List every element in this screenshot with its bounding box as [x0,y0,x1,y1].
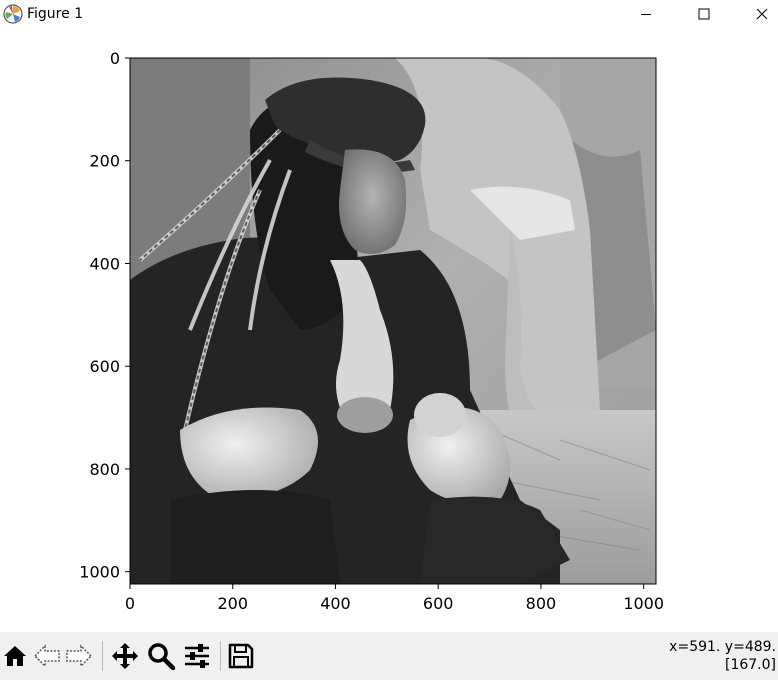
minimize-button[interactable] [624,0,668,28]
configure-subplots-icon [185,644,209,668]
pan-button[interactable] [110,640,140,672]
x-tick-label: 400 [320,594,351,613]
x-tick-label: 600 [423,594,454,613]
save-button[interactable] [226,640,256,672]
back-button[interactable] [32,640,62,672]
figure-canvas[interactable]: 0 200 400 600 800 1000 0 200 400 600 800 1000 [0,30,778,632]
title-bar[interactable]: Figure 1 [0,0,778,30]
cursor-coordinates: x=591. y=489. [669,639,776,655]
home-icon [4,646,26,666]
y-tick-label: 400 [89,254,120,273]
maximize-icon [698,8,710,20]
toolbar-separator [102,641,103,671]
matplotlib-app-icon [3,4,23,24]
pixel-value: [167.0] [724,657,776,673]
plot-svg[interactable]: 0 200 400 600 800 1000 0 200 400 600 800 1000 [0,30,778,632]
y-tick-label: 600 [89,357,120,376]
y-axis: 0 200 400 600 800 1000 [79,49,130,582]
x-tick-label: 800 [526,594,557,613]
navigation-toolbar: x=591. y=489. [167.0] [0,632,778,680]
minimize-icon [641,14,651,15]
toolbar-separator [220,641,221,671]
forward-icon [66,644,93,668]
forward-button[interactable] [64,640,94,672]
x-tick-label: 1000 [623,594,664,613]
zoom-button[interactable] [146,640,176,672]
zoom-icon [148,643,175,670]
save-icon [228,643,254,669]
y-tick-label: 0 [110,49,120,68]
y-tick-label: 1000 [79,563,120,582]
maximize-button[interactable] [682,0,726,28]
close-button[interactable] [740,0,778,28]
x-tick-label: 200 [217,594,248,613]
y-tick-label: 200 [89,152,120,171]
back-icon [33,644,60,668]
status-readout: x=591. y=489. [167.0] [669,638,776,674]
window-title: Figure 1 [27,6,84,22]
grayscale-photo-image [130,58,656,584]
configure-subplots-button[interactable] [182,640,212,672]
home-button[interactable] [0,640,30,672]
pan-icon [112,643,138,669]
x-axis: 0 200 400 600 800 1000 [125,584,664,613]
close-icon [756,8,768,20]
y-tick-label: 800 [89,460,120,479]
figure-window: Figure 1 0 200 400 600 800 1000 0 200 40… [0,0,778,680]
x-tick-label: 0 [125,594,135,613]
